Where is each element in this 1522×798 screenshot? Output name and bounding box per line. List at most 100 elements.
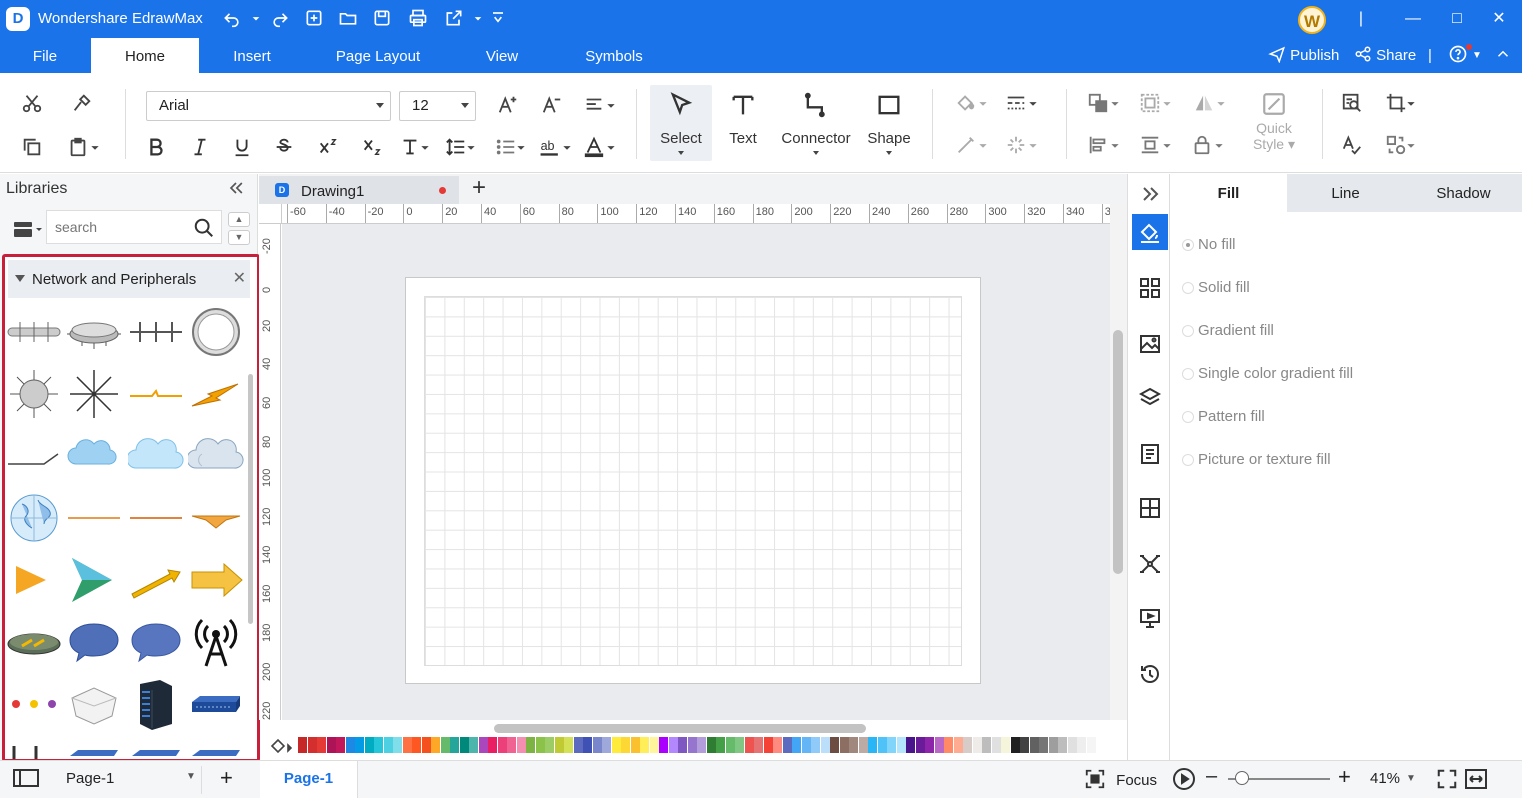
color-swatch[interactable]: [298, 737, 307, 753]
color-swatch[interactable]: [374, 737, 383, 753]
library-group-header[interactable]: Network and Peripherals ✕: [8, 260, 250, 298]
help-icon[interactable]: [1448, 43, 1473, 69]
color-swatch[interactable]: [440, 737, 450, 753]
layers-icon[interactable]: [1132, 380, 1168, 416]
color-swatch[interactable]: [668, 737, 678, 753]
subscript-icon[interactable]: [358, 133, 386, 161]
shape-line-orange[interactable]: [65, 489, 123, 547]
color-swatch[interactable]: [1058, 737, 1067, 753]
shape-tool[interactable]: Shape: [862, 85, 916, 161]
color-swatch[interactable]: [754, 737, 763, 753]
fill-option-single-color-gradient[interactable]: Single color gradient fill: [1182, 365, 1353, 382]
color-swatch[interactable]: [716, 737, 725, 753]
redo-icon[interactable]: [270, 8, 300, 30]
line-spacing-dropdown-icon[interactable]: [464, 133, 478, 161]
color-swatch[interactable]: [944, 737, 953, 753]
shape-globe[interactable]: [5, 489, 63, 547]
search-icon[interactable]: [193, 217, 215, 239]
color-swatch[interactable]: [763, 737, 773, 753]
shape-cable-ends[interactable]: [5, 735, 63, 759]
flip-dropdown-icon[interactable]: [1214, 89, 1228, 117]
fill-option-solid[interactable]: Solid fill: [1182, 279, 1250, 296]
undo-dropdown-icon[interactable]: [246, 8, 260, 30]
shape-hub[interactable]: [65, 303, 123, 361]
color-swatch[interactable]: [1010, 737, 1020, 753]
color-swatch[interactable]: [1020, 737, 1029, 753]
color-swatch[interactable]: [687, 737, 697, 753]
color-swatch[interactable]: [792, 737, 801, 753]
shape-wing-link[interactable]: [187, 489, 245, 547]
color-swatch[interactable]: [782, 737, 792, 753]
tab-fill[interactable]: Fill: [1170, 174, 1287, 212]
color-swatch[interactable]: [725, 737, 735, 753]
page-selector[interactable]: Page-1 ▼: [56, 766, 202, 794]
color-swatch[interactable]: [516, 737, 526, 753]
color-swatch[interactable]: [497, 737, 507, 753]
fill-panel-icon[interactable]: [1132, 214, 1168, 250]
color-swatch[interactable]: [602, 737, 611, 753]
color-swatch[interactable]: [811, 737, 820, 753]
new-file-icon[interactable]: [304, 8, 334, 30]
shape-block-arrow[interactable]: [187, 551, 245, 609]
bold-icon[interactable]: [142, 133, 170, 161]
publish-button[interactable]: Publish: [1268, 43, 1339, 69]
collapse-ribbon-icon[interactable]: [1494, 43, 1512, 69]
decrease-font-icon[interactable]: [538, 91, 566, 119]
color-swatch[interactable]: [1001, 737, 1010, 753]
color-swatch[interactable]: [336, 737, 345, 753]
color-swatch[interactable]: [649, 737, 659, 753]
color-swatch[interactable]: [640, 737, 649, 753]
search-input[interactable]: [55, 219, 185, 235]
close-icon[interactable]: ✕: [233, 268, 246, 288]
data-icon[interactable]: [1132, 490, 1168, 526]
library-scrollbar[interactable]: [248, 374, 253, 624]
color-swatch[interactable]: [706, 737, 716, 753]
color-swatch[interactable]: [630, 737, 640, 753]
share-button[interactable]: Share: [1354, 43, 1416, 69]
page-tab-active[interactable]: Page-1: [260, 761, 358, 798]
shape-bus-cable[interactable]: [5, 303, 63, 361]
radio-button[interactable]: [1182, 282, 1194, 294]
color-swatch[interactable]: [421, 737, 431, 753]
color-swatch[interactable]: [478, 737, 488, 753]
expand-panel-icon[interactable]: [1132, 176, 1168, 212]
select-tool[interactable]: Select: [650, 85, 712, 161]
paste-dropdown-icon[interactable]: [88, 133, 102, 161]
lock-dropdown-icon[interactable]: [1212, 131, 1226, 159]
color-swatch[interactable]: [830, 737, 839, 753]
color-swatch[interactable]: [412, 737, 421, 753]
color-swatch[interactable]: [934, 737, 944, 753]
group-dropdown-icon[interactable]: [1160, 89, 1174, 117]
save-icon[interactable]: [372, 8, 402, 30]
open-folder-icon[interactable]: [338, 8, 368, 30]
color-swatch[interactable]: [839, 737, 849, 753]
color-swatch[interactable]: [307, 737, 317, 753]
color-swatch[interactable]: [735, 737, 744, 753]
color-swatch[interactable]: [611, 737, 621, 753]
customize-toolbar-icon[interactable]: [488, 8, 518, 30]
bring-front-dropdown-icon[interactable]: [1108, 89, 1122, 117]
color-swatch[interactable]: [545, 737, 554, 753]
distribute-dropdown-icon[interactable]: [1160, 131, 1174, 159]
shape-play-arrow[interactable]: [5, 551, 63, 609]
shape-ethernet[interactable]: [127, 303, 185, 361]
shape-switch[interactable]: [187, 675, 245, 733]
shape-router-disk[interactable]: [5, 613, 63, 671]
collapse-panel-icon[interactable]: [226, 178, 250, 202]
color-swatch[interactable]: [488, 737, 497, 753]
color-swatch[interactable]: [317, 737, 326, 753]
drawing-page[interactable]: [405, 277, 981, 684]
zoom-out-icon[interactable]: –: [1206, 765, 1217, 788]
user-avatar[interactable]: W: [1298, 6, 1326, 34]
shape-speech-bubble-2[interactable]: [127, 613, 185, 671]
fill-dropdown-icon[interactable]: [976, 89, 990, 117]
help-dropdown-icon[interactable]: ▼: [1472, 43, 1482, 69]
color-swatch[interactable]: [564, 737, 573, 753]
scroll-down-icon[interactable]: ▼: [228, 230, 250, 245]
zoom-level[interactable]: 41%: [1370, 770, 1400, 787]
library-grid-icon[interactable]: [1132, 270, 1168, 306]
tab-shadow[interactable]: Shadow: [1405, 174, 1522, 212]
document-tab[interactable]: D Drawing1: [259, 176, 459, 204]
bullet-dropdown-icon[interactable]: [514, 133, 528, 161]
color-swatch[interactable]: [991, 737, 1001, 753]
